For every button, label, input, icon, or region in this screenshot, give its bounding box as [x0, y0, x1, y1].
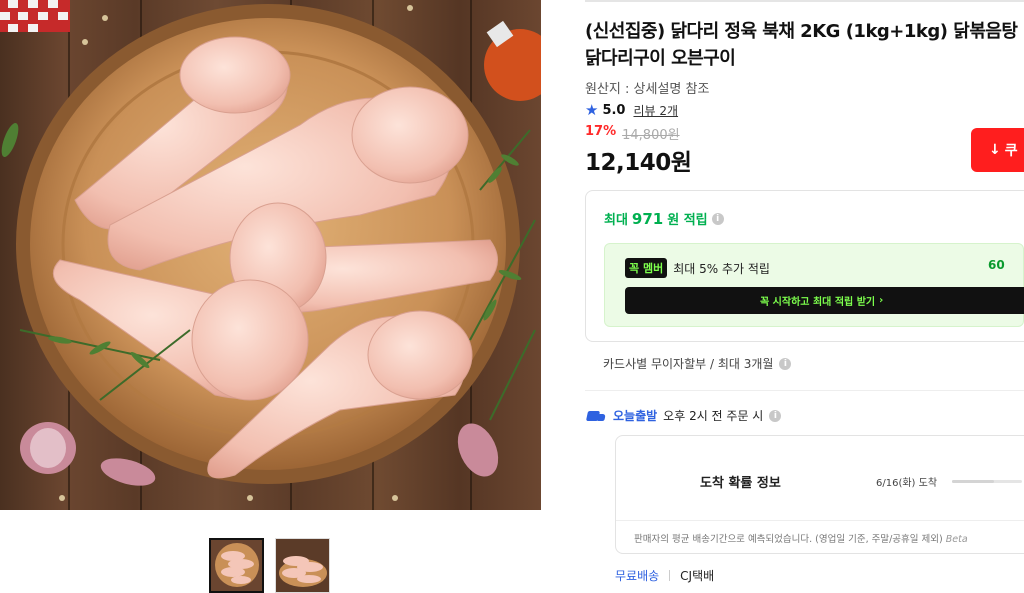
points-prefix: 최대	[604, 213, 628, 228]
points-suffix: 원 적립	[667, 213, 708, 228]
delivery-info-icon[interactable]: i	[769, 409, 782, 422]
origin-text: 원산지 : 상세설명 참조	[585, 82, 710, 97]
shipping-separator	[669, 570, 671, 581]
member-row: 꼭 멤버 최대 5% 추가 적립	[625, 258, 770, 278]
coupon-download-button[interactable]: ↓ 쿠	[971, 128, 1024, 172]
member-benefit-box: 꼭 멤버 최대 5% 추가 적립 60 꼭 시작하고 최대 적립 받기 ›	[604, 243, 1024, 327]
member-text: 최대 5% 추가 적립	[673, 261, 770, 276]
member-cta-label: 꼭 시작하고 최대 적립 받기	[760, 297, 876, 308]
arrival-date: 6/16(화) 도착	[876, 478, 938, 489]
free-shipping-label: 무료배송	[615, 569, 660, 583]
rating-score: 5.0	[602, 103, 626, 118]
arrival-note: 판매자의 평균 배송기간으로 예측되었습니다. (영업일 기준, 주말/공휴일 …	[634, 531, 968, 545]
max-points-title: 최대 971 원 적립 i	[604, 209, 724, 228]
product-title: (신선집중) 닭다리 정육 북채 2KG (1kg+1kg) 닭볶음탕 닭다리구…	[585, 21, 1018, 69]
product-main-image	[0, 0, 541, 510]
price-row: 17% 14,800원	[585, 124, 680, 143]
member-start-button[interactable]: 꼭 시작하고 최대 적립 받기 ›	[625, 287, 1024, 314]
points-amount: 971	[631, 209, 664, 228]
benefit-box: 최대 971 원 적립 i 꼭 멤버 최대 5% 추가 적립 60 꼭 시작하고…	[585, 190, 1024, 342]
today-delivery-row: 오늘출발 오후 2시 전 주문 시 i	[585, 407, 782, 424]
arrival-title: 도착 확률 정보	[700, 476, 781, 491]
courier-label: CJ택배	[680, 569, 715, 583]
installment-info-icon[interactable]: i	[779, 357, 792, 370]
review-link[interactable]: 리뷰 2개	[633, 102, 678, 119]
thumbnail-list	[209, 538, 330, 593]
installment-row: 카드사별 무이자할부 / 최대 3개월 i	[603, 355, 792, 372]
download-icon: ↓	[989, 142, 1001, 158]
top-divider	[585, 0, 1024, 2]
info-icon[interactable]: i	[711, 212, 724, 225]
shipping-row: 무료배송 CJ택배	[615, 567, 714, 584]
member-badge: 꼭 멤버	[625, 258, 668, 278]
beta-badge: Beta	[945, 534, 968, 545]
sale-price: 12,140원	[585, 150, 692, 176]
coupon-button-label: 쿠	[1004, 143, 1018, 159]
thumbnail-1[interactable]	[209, 538, 264, 593]
product-info-panel: (신선집중) 닭다리 정육 북채 2KG (1kg+1kg) 닭볶음탕 닭다리구…	[585, 0, 1024, 593]
arrival-note-text: 판매자의 평균 배송기간으로 예측되었습니다. (영업일 기준, 주말/공휴일 …	[634, 534, 943, 545]
section-divider	[585, 390, 1024, 391]
thumbnail-2-image	[276, 539, 329, 592]
star-icon: ★	[585, 101, 599, 119]
arrival-probability-bar	[952, 480, 1022, 483]
arrival-probability-box: 도착 확률 정보 6/16(화) 도착 판매자의 평균 배송기간으로 예측되었습…	[615, 435, 1024, 554]
thumbnail-1-image	[211, 540, 262, 591]
chevron-right-icon: ›	[879, 295, 884, 306]
installment-text: 카드사별 무이자할부 / 최대 3개월	[603, 357, 774, 371]
arrival-note-section: 판매자의 평균 배송기간으로 예측되었습니다. (영업일 기준, 주말/공휴일 …	[616, 520, 1024, 545]
rating-row: ★ 5.0 리뷰 2개	[585, 102, 678, 119]
discount-rate: 17%	[585, 124, 617, 139]
delivery-cutoff: 오후 2시 전 주문 시	[663, 409, 764, 423]
member-amount: 60	[988, 258, 1005, 272]
chicken-drumsticks-photo	[0, 0, 541, 501]
today-delivery-label: 오늘출발	[613, 409, 658, 423]
truck-icon	[585, 409, 607, 423]
original-price: 14,800원	[622, 128, 680, 143]
thumbnail-2[interactable]	[275, 538, 330, 593]
